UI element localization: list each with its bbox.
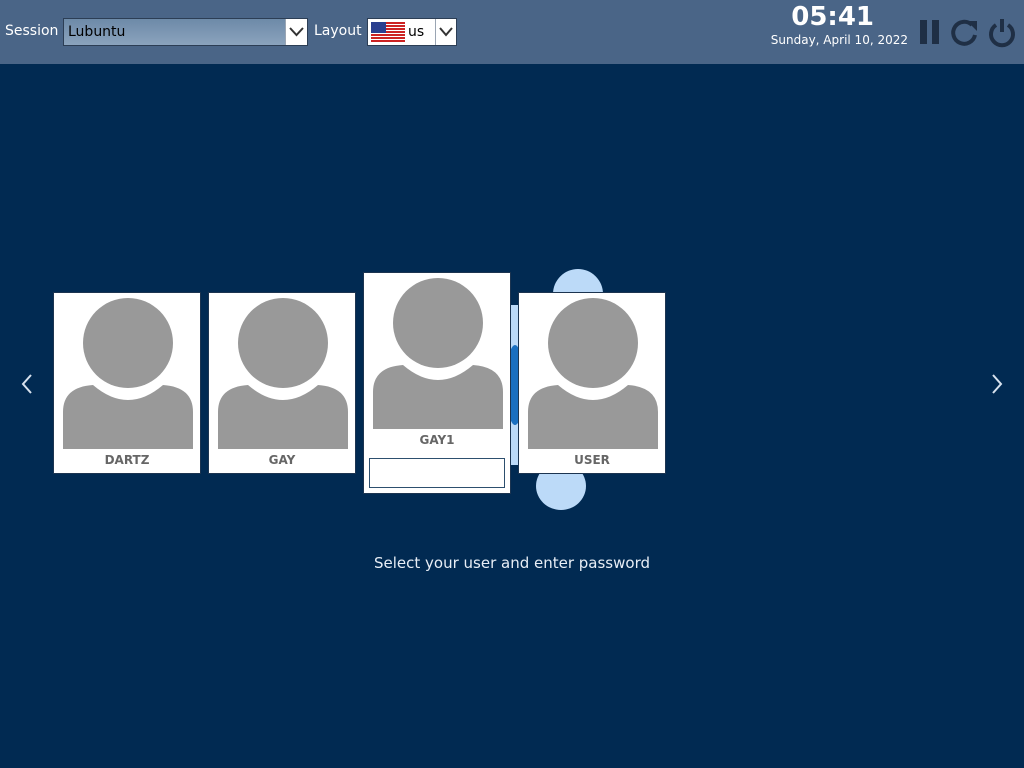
- session-select[interactable]: Lubuntu: [63, 18, 308, 46]
- reboot-icon[interactable]: [950, 16, 980, 48]
- user-avatar-icon: [218, 297, 348, 449]
- chevron-down-icon[interactable]: [285, 19, 307, 45]
- layout-value: us: [408, 24, 425, 40]
- user-avatar-icon: [373, 277, 503, 429]
- power-icon[interactable]: [987, 16, 1017, 48]
- clock-time: 05:41: [791, 2, 874, 32]
- chevron-down-icon[interactable]: [435, 19, 456, 45]
- session-value: Lubuntu: [68, 24, 126, 40]
- user-card[interactable]: DARTZ: [53, 292, 201, 474]
- user-name: USER: [574, 453, 610, 467]
- user-name: GAY1: [419, 433, 455, 447]
- suspend-icon[interactable]: [916, 16, 946, 48]
- top-bar: Session Lubuntu Layout us 05:41 Sunday, …: [0, 0, 1024, 64]
- session-label: Session: [5, 23, 59, 39]
- user-avatar-icon: [63, 297, 193, 449]
- user-card-selected[interactable]: GAY1: [363, 272, 511, 494]
- user-avatar-icon: [528, 297, 658, 449]
- user-card[interactable]: USER: [518, 292, 666, 474]
- user-name: GAY: [268, 453, 296, 467]
- layout-select[interactable]: us: [367, 18, 457, 46]
- next-user-icon[interactable]: [989, 373, 1005, 395]
- user-card[interactable]: GAY: [208, 292, 356, 474]
- layout-label: Layout: [314, 23, 362, 39]
- instruction-message: Select your user and enter password: [373, 554, 650, 572]
- password-input[interactable]: [369, 458, 505, 488]
- clock-date: Sunday, April 10, 2022: [770, 33, 908, 47]
- user-name: DARTZ: [104, 453, 150, 467]
- previous-user-icon[interactable]: [19, 373, 35, 395]
- us-flag-icon: [371, 22, 405, 42]
